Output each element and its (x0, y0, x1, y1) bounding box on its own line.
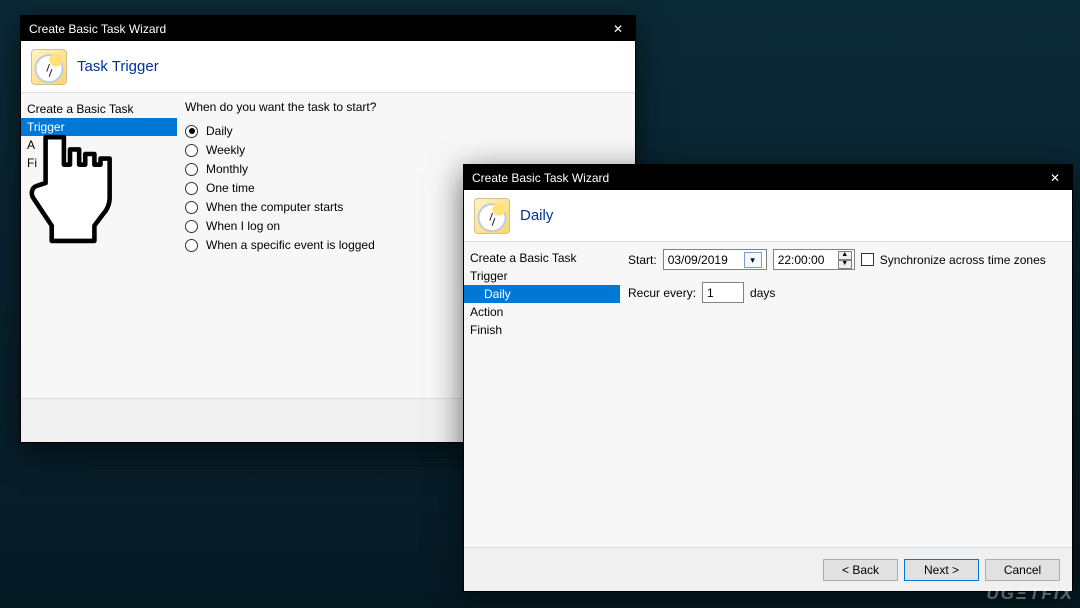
watermark: UGΞTFIX (986, 584, 1074, 604)
wizard-steps-sidebar: Create a Basic Task Trigger Daily Action… (464, 242, 620, 547)
sidebar-item-action-truncated[interactable]: A (21, 136, 177, 154)
wizard-steps-sidebar: Create a Basic Task Trigger A Fi (21, 93, 177, 398)
sync-timezones-label: Synchronize across time zones (880, 253, 1046, 267)
radio-icon (185, 163, 198, 176)
spin-down-icon: ▼ (838, 260, 852, 269)
radio-daily[interactable]: Daily (185, 124, 623, 138)
task-scheduler-icon (474, 198, 510, 234)
calendar-dropdown-icon[interactable]: ▾ (744, 252, 762, 268)
wizard-footer: < Back Next > Cancel (464, 547, 1072, 591)
banner: Daily (464, 190, 1072, 242)
wizard-window-daily: Create Basic Task Wizard ✕ Daily Create … (463, 164, 1073, 592)
titlebar[interactable]: Create Basic Task Wizard ✕ (464, 165, 1072, 190)
radio-icon (185, 220, 198, 233)
sidebar-item-daily[interactable]: Daily (464, 285, 620, 303)
content-pane: Start: 03/09/2019 ▾ 22:00:00 ▲▼ Synchron… (620, 242, 1072, 547)
next-button[interactable]: Next > (904, 559, 979, 581)
radio-icon (185, 201, 198, 214)
sync-timezones-checkbox[interactable] (861, 253, 874, 266)
sidebar-item-create[interactable]: Create a Basic Task (21, 100, 177, 118)
back-button[interactable]: < Back (823, 559, 898, 581)
radio-icon (185, 125, 198, 138)
sidebar-item-finish[interactable]: Finish (464, 321, 620, 339)
recur-unit: days (750, 286, 775, 300)
sidebar-item-trigger[interactable]: Trigger (21, 118, 177, 136)
task-scheduler-icon (31, 49, 67, 85)
time-spinner[interactable]: ▲▼ (838, 251, 852, 269)
radio-icon (185, 239, 198, 252)
titlebar[interactable]: Create Basic Task Wizard ✕ (21, 16, 635, 41)
start-time-input[interactable]: 22:00:00 ▲▼ (773, 249, 855, 270)
banner: Task Trigger (21, 41, 635, 93)
recur-days-input[interactable] (702, 282, 744, 303)
recur-label: Recur every: (628, 286, 696, 300)
radio-icon (185, 182, 198, 195)
radio-weekly[interactable]: Weekly (185, 143, 623, 157)
close-icon[interactable]: ✕ (607, 22, 629, 36)
sidebar-item-create[interactable]: Create a Basic Task (464, 249, 620, 267)
sidebar-item-trigger[interactable]: Trigger (464, 267, 620, 285)
sidebar-item-action[interactable]: Action (464, 303, 620, 321)
trigger-prompt: When do you want the task to start? (185, 100, 623, 114)
start-date-input[interactable]: 03/09/2019 ▾ (663, 249, 767, 270)
banner-title: Daily (520, 207, 553, 224)
window-title: Create Basic Task Wizard (29, 22, 166, 36)
spin-up-icon: ▲ (838, 251, 852, 260)
cancel-button[interactable]: Cancel (985, 559, 1060, 581)
radio-icon (185, 144, 198, 157)
start-label: Start: (628, 253, 657, 267)
close-icon[interactable]: ✕ (1044, 171, 1066, 185)
banner-title: Task Trigger (77, 58, 159, 75)
sidebar-item-finish-truncated[interactable]: Fi (21, 154, 177, 172)
window-title: Create Basic Task Wizard (472, 171, 609, 185)
